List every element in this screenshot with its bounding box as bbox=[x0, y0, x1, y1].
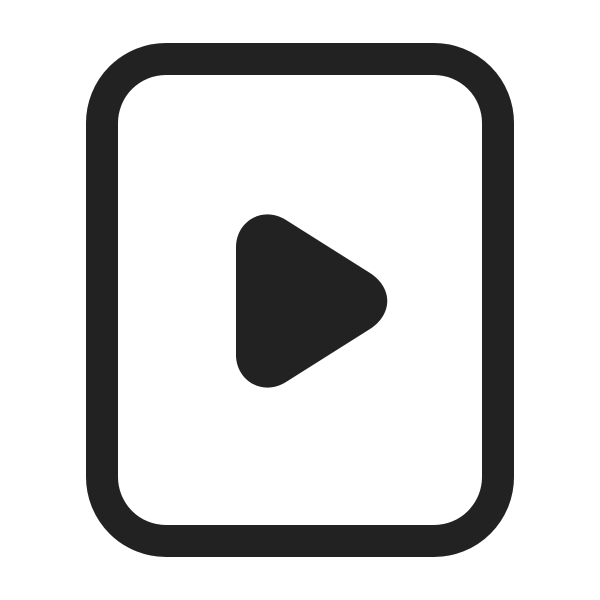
document-play-svg bbox=[86, 43, 514, 557]
play-triangle-icon bbox=[236, 214, 388, 388]
document-play-icon bbox=[0, 0, 600, 600]
icon-canvas bbox=[0, 0, 600, 600]
